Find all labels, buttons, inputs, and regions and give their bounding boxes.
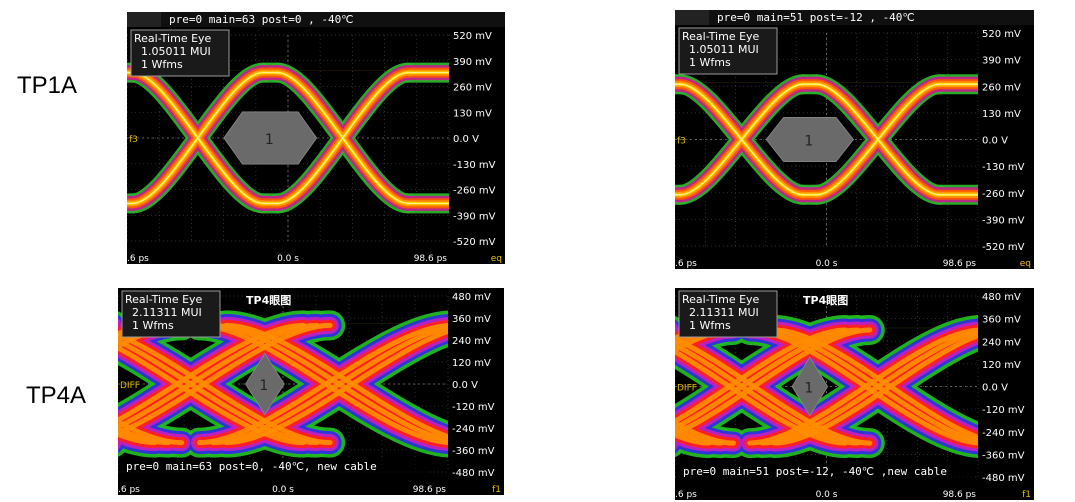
y-tick-label: 240 mV: [982, 337, 1021, 348]
eye-plot-svg: 1 pre=0 main=63 post=0 , -40℃ Real-Time Ey…: [127, 12, 505, 264]
eye-panel-tp1a-main51: 1 pre=0 main=51 post=-12 , -40℃ Real-Time …: [675, 10, 1034, 269]
header-text: pre=0 main=51 post=-12 , -40℃: [717, 11, 915, 24]
overlay-title: TP4眼图: [803, 294, 848, 307]
y-tick-label: -390 mV: [453, 211, 496, 222]
info-box-line: Real-Time Eye: [125, 293, 203, 306]
info-box-line: 2.11311 MUI: [689, 306, 759, 319]
y-tick-label: -360 mV: [982, 450, 1025, 461]
y-tick-label: -260 mV: [453, 186, 496, 197]
x-tick-label: 0.0 s: [816, 259, 838, 269]
info-box-line: Real-Time Eye: [134, 32, 212, 45]
y-tick-label: 0.0 V: [982, 383, 1008, 394]
y-tick-label: 130 mV: [453, 108, 492, 119]
y-tick-label: 120 mV: [452, 358, 491, 369]
x-tick-label: .6 ps: [118, 485, 140, 495]
info-box-line: Real-Time Eye: [682, 293, 760, 306]
y-tick-label: -360 mV: [452, 446, 495, 457]
mask-label: 1: [259, 378, 268, 394]
info-box-line: 2.11311 MUI: [132, 306, 202, 319]
info-box-line: Real-Time Eye: [682, 30, 760, 43]
y-tick-label: -240 mV: [982, 428, 1025, 439]
x-tick-label: .6 ps: [675, 259, 697, 269]
toolbar-icon[interactable]: [675, 10, 709, 25]
header-text: pre=0 main=63 post=0 , -40℃: [169, 13, 354, 26]
eye-traces: [675, 314, 978, 459]
y-tick-label: 120 mV: [982, 360, 1021, 371]
x-tick-label: 98.6 ps: [943, 259, 977, 269]
y-tick-label: 0.0 V: [453, 134, 479, 145]
y-tick-label: 390 mV: [982, 56, 1021, 67]
y-tick-label: -120 mV: [982, 405, 1025, 416]
y-tick-label: -520 mV: [982, 242, 1025, 253]
eye-plot-svg: 1 TP4眼图 Real-Time Eye2.11311 MUI1 Wfms DIFF…: [675, 290, 1031, 500]
mask-label: 1: [265, 132, 274, 148]
channel-label: DIFF: [120, 381, 140, 391]
y-tick-label: -480 mV: [452, 468, 495, 479]
y-tick-label: 520 mV: [453, 31, 492, 42]
y-tick-label: 360 mV: [452, 314, 491, 325]
x-tick-label: 98.6 ps: [943, 490, 977, 500]
y-tick-label: 0.0 V: [452, 380, 478, 391]
eye-panel-tp1a-main63: 1 pre=0 main=63 post=0 , -40℃ Real-Time Ey…: [127, 12, 505, 264]
x-tick-label: 0.0 s: [277, 254, 299, 264]
channel-label: f3: [677, 137, 686, 147]
channel-label: f3: [129, 135, 138, 145]
eye-traces: [118, 310, 448, 458]
row-label-tp4a: TP4A: [26, 382, 87, 409]
eye-plot-svg: 1 pre=0 main=51 post=-12 , -40℃ Real-Time …: [675, 10, 1034, 269]
info-box-line: 1.05011 MUI: [141, 45, 211, 58]
y-tick-label: -520 mV: [453, 237, 496, 248]
y-tick-label: -390 mV: [982, 215, 1025, 226]
y-tick-label: -480 mV: [982, 473, 1025, 484]
eye-panel-tp4a-main51: 1 TP4眼图 Real-Time Eye 2.11311 MUI 1 Wfms DIFF…: [675, 288, 1034, 500]
eye-panel-tp4a-main63: 1 TP4眼图 Real-Time Eye 2.11311 MUI 1 Wfms DIFF…: [118, 288, 504, 495]
y-tick-label: 240 mV: [452, 336, 491, 347]
y-tick-label: 260 mV: [982, 82, 1021, 93]
y-tick-label: 390 mV: [453, 57, 492, 68]
corner-label: eq: [491, 254, 502, 264]
corner-label: f1: [1022, 490, 1031, 500]
x-tick-label: 98.6 ps: [413, 485, 447, 495]
x-tick-label: 0.0 s: [816, 490, 838, 500]
info-box-line: 1 Wfms: [132, 319, 174, 332]
corner-label: f1: [492, 485, 501, 495]
eye-plot-svg: 1 TP4眼图 Real-Time Eye2.11311 MUI1 Wfms DIFF…: [118, 290, 501, 495]
footer-text: pre=0 main=63 post=0, -40℃, new cable: [126, 460, 377, 473]
x-tick-label: .6 ps: [127, 254, 149, 264]
overlay-title: TP4眼图: [246, 294, 291, 307]
toolbar-icon[interactable]: [127, 12, 161, 27]
mask-label: 1: [804, 381, 813, 397]
channel-label: DIFF: [677, 384, 697, 394]
y-tick-label: -130 mV: [982, 162, 1025, 173]
y-tick-label: -130 mV: [453, 160, 496, 171]
mask-label: 1: [804, 134, 813, 150]
y-tick-label: -120 mV: [452, 402, 495, 413]
info-box-line: 1.05011 MUI: [689, 43, 759, 56]
info-box-line: 1 Wfms: [689, 56, 731, 69]
footer-text: pre=0 main=51 post=-12, -40℃ ,new cable: [683, 465, 947, 478]
y-tick-label: 360 mV: [982, 315, 1021, 326]
y-tick-label: 260 mV: [453, 83, 492, 94]
y-tick-label: 130 mV: [982, 109, 1021, 120]
row-label-tp1a: TP1A: [17, 72, 78, 99]
y-tick-label: 480 mV: [982, 292, 1021, 303]
info-box-line: 1 Wfms: [141, 58, 183, 71]
y-tick-label: 520 mV: [982, 29, 1021, 40]
x-tick-label: 98.6 ps: [414, 254, 448, 264]
y-tick-label: -240 mV: [452, 424, 495, 435]
y-tick-label: -260 mV: [982, 189, 1025, 200]
y-tick-label: 0.0 V: [982, 136, 1008, 147]
x-tick-label: 0.0 s: [272, 485, 294, 495]
corner-label: eq: [1020, 259, 1031, 269]
info-box-line: 1 Wfms: [689, 319, 731, 332]
x-tick-label: .6 ps: [675, 490, 697, 500]
y-tick-label: 480 mV: [452, 292, 491, 303]
